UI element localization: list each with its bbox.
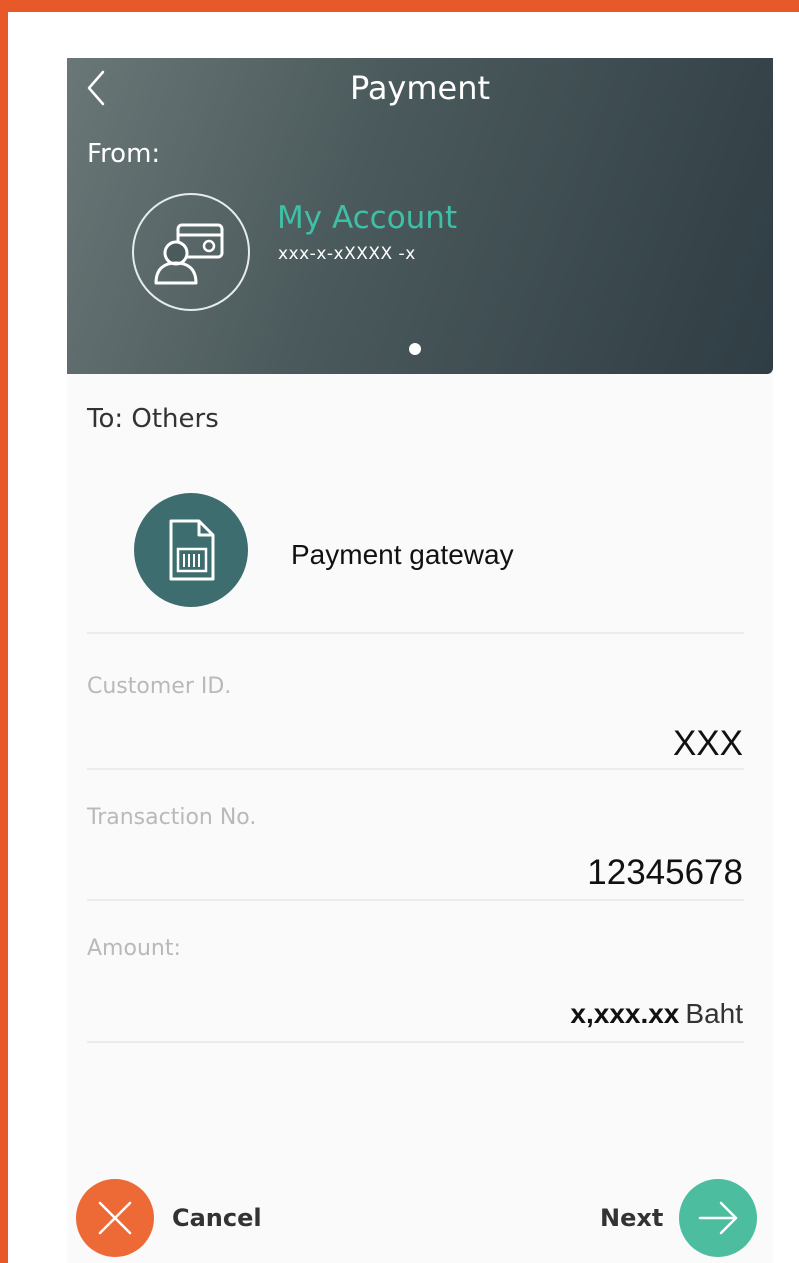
biller-avatar [134,493,248,607]
next-circle[interactable] [679,1179,757,1257]
barcode-document-icon [169,519,215,581]
transaction-no-value[interactable]: 12345678 [587,852,743,894]
amount-field[interactable]: x,xxx.xx Baht [570,996,743,1037]
cancel-button[interactable]: Cancel [76,1179,276,1259]
to-label: To: Others [87,404,219,434]
account-avatar [132,193,250,311]
close-icon [98,1201,132,1235]
app-frame-left-border [0,0,8,1263]
transaction-no-label: Transaction No. [87,805,257,830]
page-title: Payment [349,69,491,107]
biller-name: Payment gateway [291,539,514,570]
cancel-circle[interactable] [76,1179,154,1257]
amount-unit: Baht [685,998,743,1029]
carousel-page-indicator [409,343,421,355]
account-number: xxx-x-xXXXX -x [278,244,416,264]
cancel-label[interactable]: Cancel [172,1201,262,1235]
divider [87,768,744,770]
customer-id-value[interactable]: XXX [673,723,743,765]
divider [87,899,744,901]
user-card-icon [154,223,224,285]
amount-value: x,xxx.xx [570,998,680,1029]
account-header[interactable]: Payment From: My Account xxx-x-xXXXX -x [67,58,773,374]
divider [87,1041,744,1043]
from-label: From: [87,139,161,169]
payment-screen: Payment From: My Account xxx-x-xXXXX -x … [67,58,773,1263]
app-frame-top-border [0,0,799,12]
customer-id-label: Customer ID. [87,674,232,699]
divider [87,632,744,634]
amount-label: Amount: [87,936,181,961]
next-button[interactable]: Next [593,1179,759,1259]
arrow-right-icon [698,1201,738,1235]
account-name: My Account [277,200,458,236]
next-label[interactable]: Next [600,1201,663,1235]
